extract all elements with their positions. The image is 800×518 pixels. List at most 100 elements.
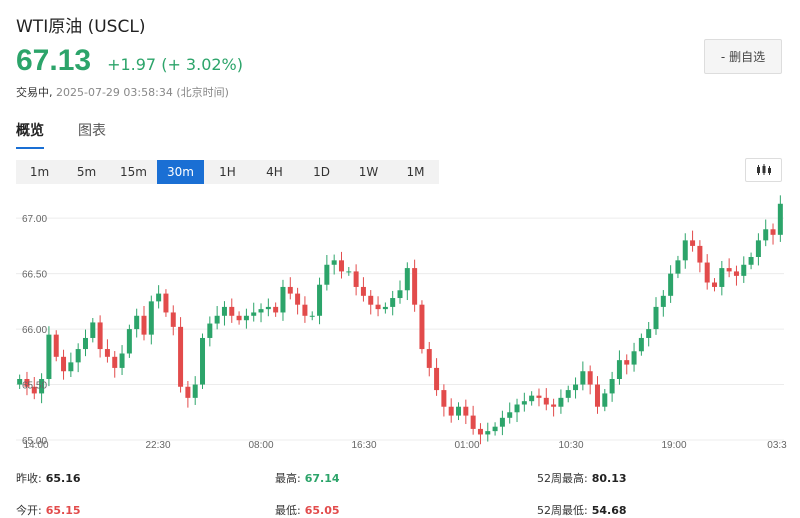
- candle-body: [53, 334, 59, 357]
- instrument-title: WTI原油 (USCL): [16, 17, 146, 37]
- candle-body: [697, 245, 703, 263]
- candle-body: [309, 315, 315, 317]
- candle-body: [653, 306, 659, 330]
- candle-body: [112, 356, 118, 368]
- tab-overview[interactable]: 概览: [16, 120, 44, 149]
- candle-body: [324, 264, 330, 285]
- candle-body: [660, 295, 666, 307]
- stat-52w-low: 52周最低: 54.68: [537, 504, 627, 517]
- candle-body: [214, 315, 220, 324]
- candle-body: [456, 406, 462, 416]
- period-1m[interactable]: 1m: [16, 160, 63, 184]
- candle-body: [229, 306, 235, 316]
- candle-body: [412, 268, 418, 305]
- candle-body: [68, 362, 74, 372]
- candle-body: [763, 229, 769, 241]
- candle-body: [156, 293, 162, 302]
- candle-body: [90, 322, 96, 338]
- candle-body: [419, 304, 425, 350]
- candle-body: [638, 337, 644, 352]
- candle-body: [573, 384, 579, 391]
- trading-status: 交易中, 2025-07-29 03:58:34 (北京时间): [16, 84, 229, 100]
- candle-body: [499, 417, 505, 427]
- chart-type-button[interactable]: [745, 158, 782, 182]
- period-1w[interactable]: 1W: [345, 160, 392, 184]
- candle-body: [492, 426, 498, 432]
- candle-body: [360, 286, 366, 296]
- tab-chart[interactable]: 图表: [78, 120, 106, 149]
- period-4h[interactable]: 4H: [251, 160, 298, 184]
- candle-body: [331, 260, 337, 265]
- period-15m[interactable]: 15m: [110, 160, 157, 184]
- x-tick-label: 01:00: [454, 440, 479, 451]
- candle-body: [243, 315, 249, 321]
- candle-body: [551, 404, 557, 407]
- candle-body: [748, 257, 754, 265]
- candle-body: [602, 393, 608, 407]
- candle-body: [163, 293, 169, 313]
- period-1d[interactable]: 1D: [298, 160, 345, 184]
- candle-body: [507, 412, 513, 418]
- candle-body: [668, 273, 674, 296]
- candle-body: [448, 406, 454, 416]
- candle-body: [251, 312, 257, 316]
- candle-body: [346, 271, 352, 273]
- candle-body: [104, 349, 110, 357]
- candle-body: [536, 395, 542, 398]
- candle-body: [565, 390, 571, 398]
- stat-prev-close: 昨收: 65.16: [16, 472, 81, 485]
- y-tick-label: 67.00: [22, 214, 47, 225]
- candle-body: [148, 301, 154, 335]
- candle-body: [587, 371, 593, 385]
- candle-body: [368, 295, 374, 305]
- y-tick-label: 66.50: [22, 270, 47, 281]
- candle-body: [390, 298, 396, 307]
- candle-body: [529, 395, 535, 402]
- candle-body: [463, 406, 469, 416]
- price-change: +1.97 (+ 3.02%): [107, 55, 243, 74]
- candle-body: [441, 390, 447, 407]
- period-30m[interactable]: 30m: [157, 160, 204, 184]
- candle-body: [295, 293, 301, 305]
- candle-body: [690, 240, 696, 246]
- candle-body: [616, 360, 622, 379]
- candle-body: [236, 315, 242, 321]
- stat-open: 今开: 65.15: [16, 504, 81, 517]
- candle-body: [770, 229, 776, 235]
- candle-body: [477, 428, 483, 435]
- candle-body: [712, 282, 718, 287]
- candle-body: [192, 384, 198, 398]
- period-1h[interactable]: 1H: [204, 160, 251, 184]
- x-tick-label: 22:30: [145, 440, 170, 451]
- candle-body: [624, 360, 630, 365]
- candle-body: [426, 349, 432, 368]
- stat-52w-high: 52周最高: 80.13: [537, 472, 627, 485]
- stat-high: 最高: 67.14: [275, 472, 340, 485]
- period-1mo[interactable]: 1M: [392, 160, 439, 184]
- candle-body: [543, 397, 549, 405]
- candle-body: [185, 386, 191, 398]
- tab-bar: 概览 图表: [16, 120, 140, 149]
- period-5m[interactable]: 5m: [63, 160, 110, 184]
- price-row: 67.13 +1.97 (+ 3.02%): [16, 44, 243, 78]
- candle-body: [404, 268, 410, 291]
- candle-body: [97, 322, 103, 350]
- candle-body: [397, 290, 403, 299]
- candle-body: [726, 268, 732, 272]
- candle-body: [280, 286, 286, 313]
- status-label: 交易中,: [16, 86, 53, 99]
- candle-body: [207, 323, 213, 338]
- candle-body: [178, 326, 184, 387]
- y-tick-label: 65.50: [22, 381, 47, 392]
- candle-body: [382, 306, 388, 310]
- candle-body: [317, 284, 323, 316]
- candle-body: [75, 349, 81, 363]
- x-tick-label: 03:3: [767, 440, 787, 451]
- remove-watchlist-button[interactable]: - 删自选: [704, 39, 782, 74]
- candle-body: [755, 240, 761, 257]
- candle-body: [631, 351, 637, 365]
- candle-body: [170, 312, 176, 327]
- candle-body: [580, 371, 586, 385]
- price-chart[interactable]: 65.00 65.50 66.00 66.50 67.00 14:00 22:30 08:00…: [0, 190, 800, 452]
- chart-canvas: 65.0065.5066.0066.5067.0014:00 22:30 08:00…: [16, 195, 787, 451]
